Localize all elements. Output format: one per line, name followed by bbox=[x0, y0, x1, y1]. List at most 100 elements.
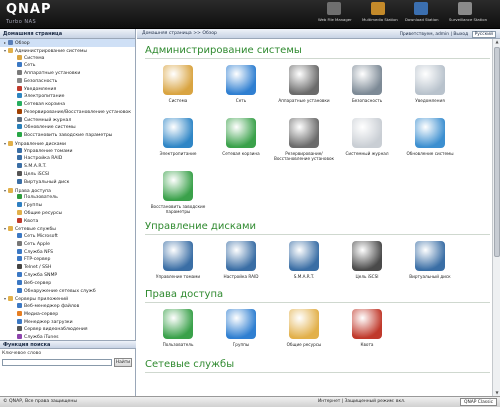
tree-item[interactable]: Восстановить заводские параметры bbox=[0, 132, 135, 140]
language-select[interactable]: Русский bbox=[471, 31, 496, 38]
download-station-shortcut[interactable]: Download Station bbox=[405, 1, 439, 28]
keyword-input[interactable] bbox=[2, 359, 112, 366]
multimedia-station-shortcut[interactable]: Multimedia Station bbox=[362, 1, 398, 28]
tree-label: Группы bbox=[24, 203, 43, 209]
tile-raid[interactable]: Настройка RAID bbox=[210, 241, 272, 279]
tile-power[interactable]: Электропитание bbox=[147, 118, 209, 156]
tile-smart[interactable]: S.M.A.R.T. bbox=[273, 241, 335, 279]
tile-virtual-disk[interactable]: Виртуальный диск bbox=[399, 241, 461, 279]
tile-iscsi[interactable]: Цель iSCSI bbox=[336, 241, 398, 279]
tree-item[interactable]: Электропитание bbox=[0, 93, 135, 101]
tree-group[interactable]: ▾ Серверы приложений bbox=[0, 295, 135, 303]
smart-icon bbox=[289, 241, 319, 271]
tree-item[interactable]: Группы bbox=[0, 202, 135, 210]
tree-group[interactable]: ▾ Управление дисками bbox=[0, 140, 135, 148]
virtual-disk-icon bbox=[17, 178, 22, 184]
download-station-icon bbox=[414, 2, 428, 15]
section-title: Сетевые службы bbox=[145, 359, 235, 370]
tree-item[interactable]: FTP-сервер bbox=[0, 256, 135, 264]
smart-icon bbox=[17, 163, 22, 169]
tile-firmware-update[interactable]: Обновление системы bbox=[399, 118, 461, 156]
tree-item[interactable]: Настройка RAID bbox=[0, 155, 135, 163]
tile-system-log[interactable]: Системный журнал bbox=[336, 118, 398, 156]
tile-label: Безопасность bbox=[351, 98, 383, 103]
tree-label: Администрирование системы bbox=[15, 48, 88, 54]
tree-item[interactable]: Сервер видеонаблюдения bbox=[0, 326, 135, 334]
tile-label: Система bbox=[168, 98, 188, 103]
tree-item[interactable]: Обновление системы bbox=[0, 124, 135, 132]
tree-group[interactable]: ▸ Обзор bbox=[0, 39, 135, 47]
tree-item[interactable]: Управление томами bbox=[0, 147, 135, 156]
surveillance-station-shortcut[interactable]: Surveillance Station bbox=[449, 1, 487, 28]
tree-item[interactable]: Веб-сервер bbox=[0, 279, 135, 288]
firmware-update-icon bbox=[415, 118, 445, 148]
tile-notifications[interactable]: Уведомления bbox=[399, 65, 461, 103]
section-title: Управление дисками bbox=[145, 221, 257, 232]
user-info: Приветствуем, admin | Выход Русский bbox=[400, 31, 496, 38]
tree-group[interactable]: ▾ Администрирование системы bbox=[0, 47, 135, 55]
section-divider bbox=[145, 58, 490, 59]
tree-label: Электропитание bbox=[24, 94, 65, 100]
tree-item[interactable]: Пользователь bbox=[0, 194, 135, 202]
tree-item[interactable]: Общие ресурсы bbox=[0, 209, 135, 218]
tree-label: Медиа-сервер bbox=[24, 311, 59, 317]
tile-backup[interactable]: Резервирование/Восстановление установок bbox=[273, 118, 335, 161]
tree-item[interactable]: Аппаратные установки bbox=[0, 70, 135, 78]
tree-item[interactable]: Веб-менеджер файлов bbox=[0, 303, 135, 311]
shortcut-label: Download Station bbox=[405, 17, 439, 22]
tree-item[interactable]: Медиа-сервер bbox=[0, 310, 135, 319]
tree-item[interactable]: Служба NFS bbox=[0, 248, 135, 257]
shortcut-label: Web File Manager bbox=[318, 17, 352, 22]
tile-quota[interactable]: Квота bbox=[336, 309, 398, 347]
tree-item[interactable]: Сетевая корзина bbox=[0, 101, 135, 109]
tree-item[interactable]: S.M.A.R.T. bbox=[0, 163, 135, 171]
tree-item[interactable]: Обнаружение сетевых служб bbox=[0, 287, 135, 296]
tile-recycle-bin[interactable]: Сетевая корзина bbox=[210, 118, 272, 156]
tree-item[interactable]: Безопасность bbox=[0, 77, 135, 86]
tree-item[interactable]: Система bbox=[0, 54, 135, 63]
scroll-up-icon[interactable]: ▲ bbox=[494, 39, 500, 45]
tile-security[interactable]: Безопасность bbox=[336, 65, 398, 103]
tile-shared-folder[interactable]: Общие ресурсы bbox=[273, 309, 335, 347]
tree-item[interactable]: Менеджер загрузки bbox=[0, 318, 135, 327]
tile-factory-reset[interactable]: Восстановить заводские параметры bbox=[147, 171, 209, 214]
tree-item[interactable]: Виртуальный диск bbox=[0, 178, 135, 187]
tree-item[interactable]: Сеть Apple bbox=[0, 240, 135, 249]
tree-label: Виртуальный диск bbox=[24, 179, 70, 185]
tree-item[interactable]: Системный журнал bbox=[0, 116, 135, 125]
tree-label: Сервер видеонаблюдения bbox=[24, 327, 88, 333]
tile-hardware[interactable]: Аппаратные установки bbox=[273, 65, 335, 103]
tile-user[interactable]: Пользователь bbox=[147, 309, 209, 347]
tree-group[interactable]: ▾ Права доступа bbox=[0, 187, 135, 195]
tile-volume[interactable]: Управление томами bbox=[147, 241, 209, 279]
download-icon bbox=[17, 318, 22, 324]
brand-button[interactable]: QNAP Classic bbox=[460, 398, 497, 406]
vertical-scrollbar[interactable]: ▲ ▼ bbox=[492, 39, 500, 396]
web-file-manager-shortcut[interactable]: Web File Manager bbox=[318, 1, 352, 28]
tree-item[interactable]: Квота bbox=[0, 217, 135, 226]
user-icon bbox=[17, 194, 22, 200]
tree-item[interactable]: Резервирование/Восстановление установок bbox=[0, 108, 135, 117]
groups-icon bbox=[17, 202, 22, 208]
tree-item[interactable]: Сеть bbox=[0, 62, 135, 70]
tree-item[interactable]: Telnet / SSH bbox=[0, 264, 135, 272]
tile-label: Группы bbox=[232, 342, 250, 347]
welcome-logout-link[interactable]: Приветствуем, admin | Выход bbox=[400, 32, 469, 37]
tile-system[interactable]: Система bbox=[147, 65, 209, 103]
search-panel-title[interactable]: Функция поиска bbox=[0, 340, 136, 349]
scroll-thumb[interactable] bbox=[494, 47, 500, 257]
tree-label: Сеть Microsoft bbox=[24, 234, 58, 240]
tile-groups[interactable]: Группы bbox=[210, 309, 272, 347]
telnet-icon bbox=[17, 264, 22, 270]
system-icon bbox=[17, 54, 22, 60]
tree-item[interactable]: Сеть Microsoft bbox=[0, 233, 135, 241]
tree-item[interactable]: Цель iSCSI bbox=[0, 171, 135, 179]
factory-reset-icon bbox=[17, 132, 22, 138]
tree-group[interactable]: ▾ Сетевые службы bbox=[0, 225, 135, 233]
tree-item[interactable]: Служба SNMP bbox=[0, 271, 135, 280]
search-button[interactable]: Найти bbox=[114, 358, 132, 367]
tree-item[interactable]: Уведомления bbox=[0, 85, 135, 94]
discovery-icon bbox=[17, 287, 22, 293]
tile-network-globe[interactable]: Сеть bbox=[210, 65, 272, 103]
multimedia-station-icon bbox=[371, 2, 385, 15]
